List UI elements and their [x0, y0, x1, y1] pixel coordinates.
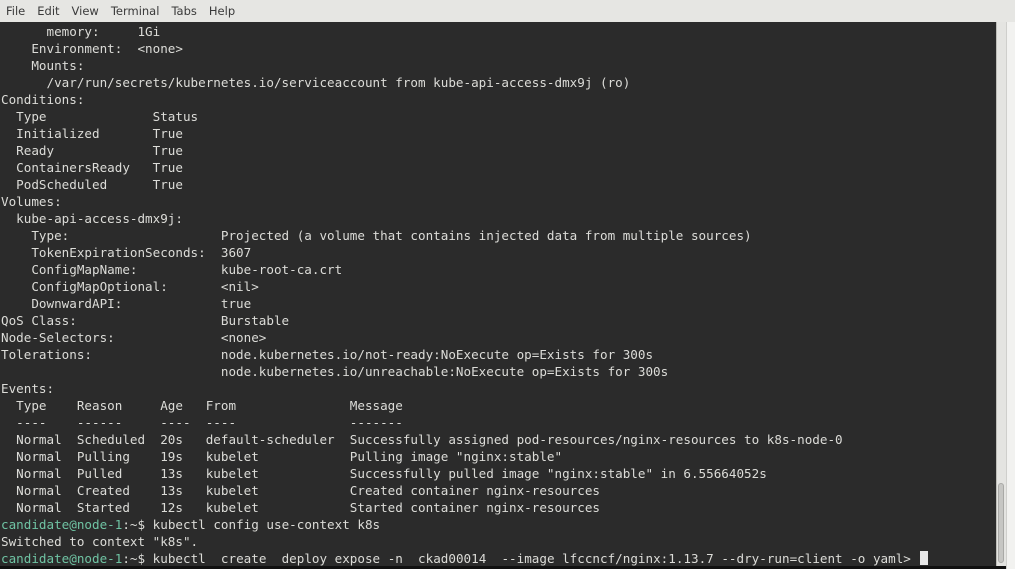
vertical-scrollbar[interactable] [996, 22, 1006, 566]
output-line: Conditions: [1, 92, 85, 107]
output-line: ---- ------ ---- ---- ------- [1, 415, 403, 430]
menu-edit[interactable]: Edit [32, 4, 64, 18]
prompt-line: candidate@node-1:~$ kubectl config use-c… [1, 516, 928, 533]
menu-file[interactable]: File [0, 4, 30, 18]
text-cursor [920, 551, 929, 565]
menu-tabs[interactable]: Tabs [166, 4, 201, 18]
menu-help[interactable]: Help [204, 4, 240, 18]
output-line: TokenExpirationSeconds: 3607 [1, 245, 252, 260]
output-line: Mounts: [1, 58, 85, 73]
prompt-line: candidate@node-1:~$ kubectl create deplo… [1, 550, 929, 566]
output-line: ContainersReady True [1, 160, 183, 175]
menu-bar: File Edit View Terminal Tabs Help [0, 0, 1015, 23]
output-line: Volumes: [1, 194, 62, 209]
terminal-output[interactable]: memory: 1Gi Environment: <none> Mounts: … [0, 22, 996, 566]
output-line: Events: [1, 381, 55, 396]
prompt-user-host: candidate@node-1 [1, 551, 123, 566]
window-edge [1006, 22, 1015, 569]
command-text: kubectl config use-context k8s [152, 517, 381, 532]
output-line: Normal Pulled 13s kubelet Successfully p… [1, 466, 767, 481]
scrollbar-thumb[interactable] [998, 483, 1004, 563]
terminal-lines: memory: 1Gi Environment: <none> Mounts: … [1, 23, 929, 566]
menu-terminal[interactable]: Terminal [106, 4, 165, 18]
output-line: DownwardAPI: true [1, 296, 252, 311]
output-line: Ready True [1, 143, 183, 158]
output-line: Type Reason Age From Message [1, 398, 403, 413]
output-line: Normal Started 12s kubelet Started conta… [1, 500, 600, 515]
output-line: ConfigMapOptional: <nil> [1, 279, 259, 294]
output-line: Switched to context "k8s". [1, 534, 199, 549]
output-line: ConfigMapName: kube-root-ca.crt [1, 262, 343, 277]
output-line: Tolerations: node.kubernetes.io/not-read… [1, 347, 654, 362]
output-line: QoS Class: Burstable [1, 313, 290, 328]
output-line: Normal Created 13s kubelet Created conta… [1, 483, 600, 498]
output-line: Type: Projected (a volume that contains … [1, 228, 752, 243]
output-line: Initialized True [1, 126, 183, 141]
prompt-user-host: candidate@node-1 [1, 517, 123, 532]
output-line: Normal Pulling 19s kubelet Pulling image… [1, 449, 563, 464]
output-line: Type Status [1, 109, 199, 124]
output-line: Environment: <none> [1, 41, 183, 56]
prompt-path: :~$ [122, 517, 153, 532]
output-line: Node-Selectors: <none> [1, 330, 267, 345]
output-line: /var/run/secrets/kubernetes.io/serviceac… [1, 75, 631, 90]
command-text[interactable]: kubectl create deploy expose -n ckad0001… [153, 551, 919, 566]
output-line: node.kubernetes.io/unreachable:NoExecute… [1, 364, 669, 379]
output-line: PodScheduled True [1, 177, 183, 192]
prompt-path: :~$ [122, 551, 153, 566]
menu-view[interactable]: View [67, 4, 104, 18]
output-line: Normal Scheduled 20s default-scheduler S… [1, 432, 843, 447]
output-line: kube-api-access-dmx9j: [1, 211, 183, 226]
output-line: memory: 1Gi [1, 24, 161, 39]
